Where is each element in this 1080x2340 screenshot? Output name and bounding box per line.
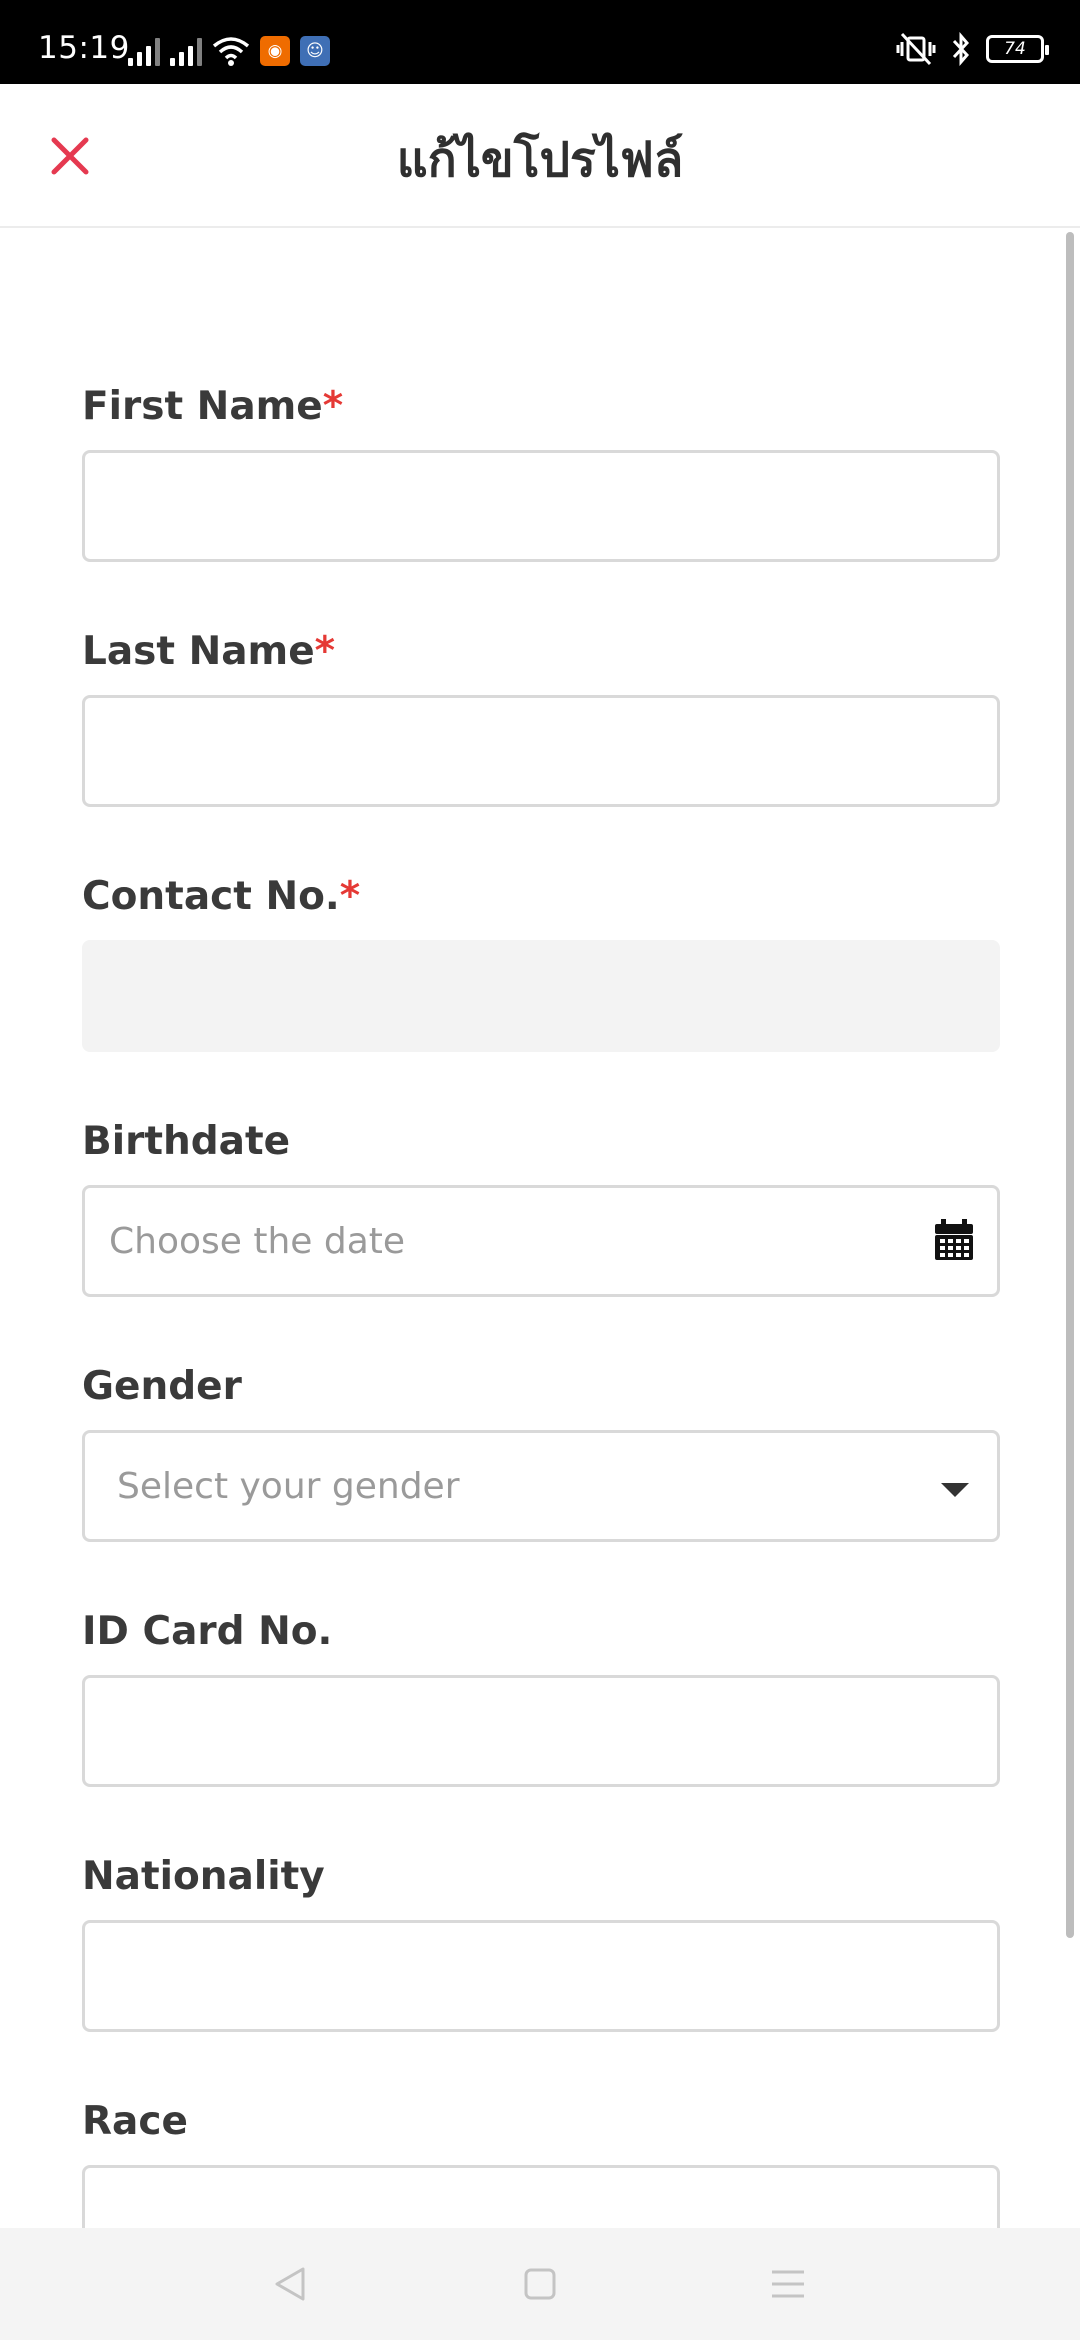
birthdate-label: Birthdate (82, 1119, 291, 1164)
battery-level: 74 (1004, 39, 1026, 59)
chevron-down-icon (941, 1483, 969, 1497)
app-notification-icon-2: ☺ (300, 36, 330, 66)
id-card-no-label: ID Card No. (82, 1609, 333, 1654)
contact-no-input (82, 940, 1000, 1052)
menu-lines-icon (772, 2270, 804, 2298)
first-name-input[interactable] (82, 450, 1000, 562)
app-notification-icon: ◉ (260, 36, 290, 66)
race-input[interactable] (82, 2165, 1000, 2228)
required-marker: * (314, 629, 336, 674)
first-name-label-text: First Name (82, 384, 323, 429)
gender-select[interactable]: Select your gender (82, 1430, 1000, 1542)
battery-icon: 74 (986, 35, 1049, 63)
signal-icon-2 (170, 36, 202, 66)
vibrate-mute-icon (896, 32, 936, 66)
signal-icon (128, 36, 160, 66)
status-left-icons: ◉ ☺ (128, 34, 330, 66)
app-header: แก้ไขโปรไฟล์ (0, 84, 1080, 228)
scrollbar[interactable] (1066, 232, 1074, 1938)
home-button[interactable] (520, 2264, 560, 2304)
race-label: Race (82, 2099, 188, 2144)
home-square-icon (524, 2268, 556, 2300)
contact-no-label: Contact No.* (82, 874, 360, 919)
birthdate-field[interactable] (82, 1185, 1000, 1297)
back-button[interactable] (270, 2264, 310, 2304)
status-time: 15:19 (38, 30, 130, 66)
system-nav-bar (0, 2228, 1080, 2340)
gender-label: Gender (82, 1364, 242, 1409)
status-right-icons: 74 (896, 32, 1049, 66)
bluetooth-icon (952, 32, 970, 66)
required-marker: * (322, 384, 344, 429)
page-title: แก้ไขโปรไฟล์ (396, 132, 684, 188)
nationality-input[interactable] (82, 1920, 1000, 2032)
status-bar: 15:19 ◉ ☺ 74 (0, 0, 1080, 84)
nationality-label: Nationality (82, 1854, 325, 1899)
required-marker: * (339, 874, 361, 919)
gender-placeholder: Select your gender (117, 1465, 460, 1507)
last-name-label: Last Name* (82, 629, 335, 674)
wifi-icon (212, 37, 250, 66)
last-name-label-text: Last Name (82, 629, 315, 674)
contact-no-label-text: Contact No. (82, 874, 340, 919)
last-name-input[interactable] (82, 695, 1000, 807)
first-name-label: First Name* (82, 384, 343, 429)
birthdate-input[interactable] (82, 1185, 1000, 1297)
id-card-no-input[interactable] (82, 1675, 1000, 1787)
calendar-icon[interactable] (934, 1219, 974, 1261)
menu-button[interactable] (768, 2264, 808, 2304)
back-triangle-icon (275, 2267, 305, 2301)
